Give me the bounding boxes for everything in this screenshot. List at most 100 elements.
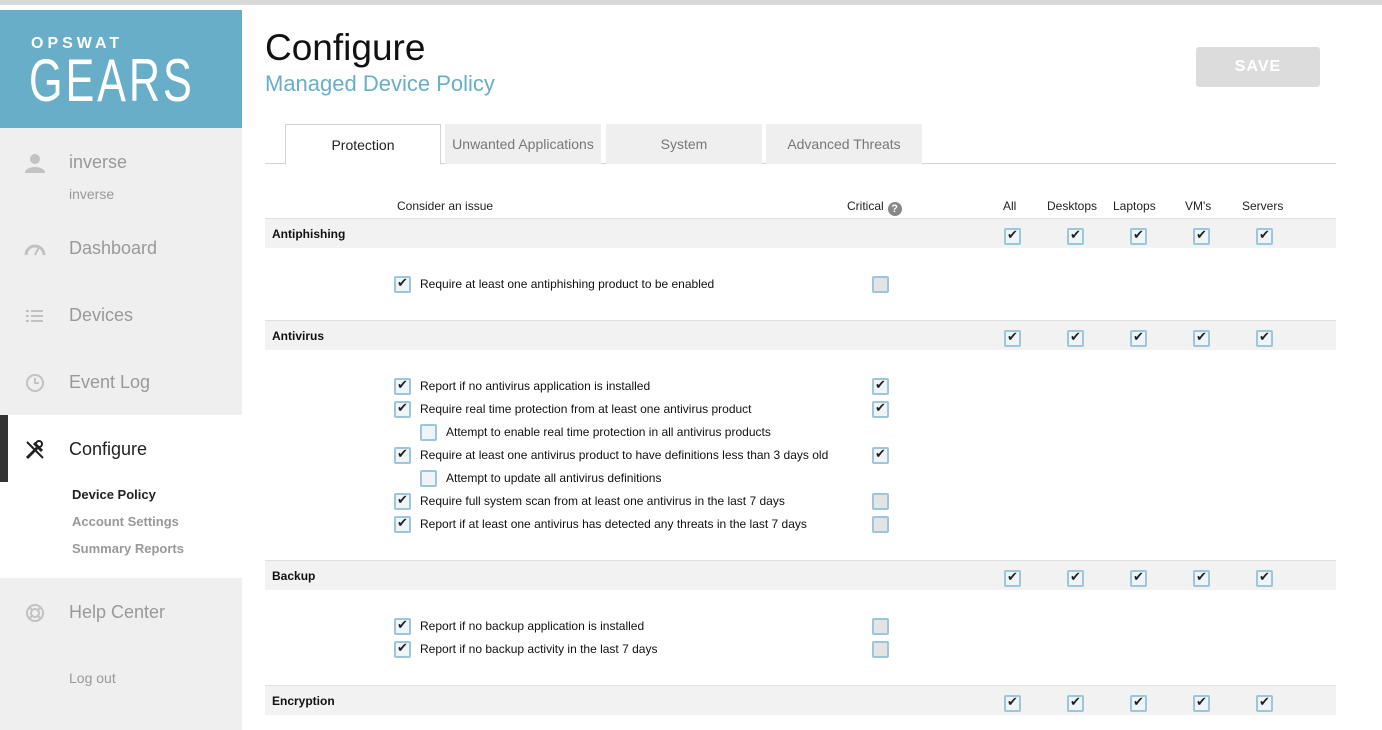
nav-devices-label: Devices: [69, 305, 134, 325]
tab-advanced-threats[interactable]: Advanced Threats: [766, 124, 922, 164]
group-checkbox-laptops[interactable]: [1130, 329, 1147, 347]
tab-bar: Protection Unwanted Applications System …: [265, 124, 1336, 165]
group-checkbox-servers[interactable]: [1256, 569, 1273, 587]
tools-icon: [24, 439, 46, 461]
rule-checkbox[interactable]: [394, 377, 411, 395]
rule-checkbox[interactable]: [394, 492, 411, 510]
critical-checkbox[interactable]: [872, 516, 889, 533]
help-icon[interactable]: ?: [887, 202, 902, 216]
group-checkbox-vms[interactable]: [1193, 569, 1210, 587]
section-title: Antivirus: [272, 329, 325, 343]
nav-configure[interactable]: Configure: [0, 415, 242, 482]
logout-link[interactable]: Log out: [69, 670, 116, 686]
nav-devices[interactable]: Devices: [0, 302, 242, 332]
col-desktops: Desktops: [1047, 199, 1098, 213]
nav-configure-label: Configure: [69, 439, 148, 459]
group-checkbox-desktops[interactable]: [1067, 569, 1084, 587]
group-checkbox-desktops[interactable]: [1067, 329, 1084, 347]
rule-label: Require at least one antiphishing produc…: [420, 277, 715, 291]
list-icon: [24, 305, 46, 327]
rule-checkbox[interactable]: [420, 424, 437, 441]
rule-label: Require full system scan from at least o…: [420, 494, 785, 508]
critical-checkbox[interactable]: [872, 377, 889, 395]
col-all: All: [1003, 199, 1017, 213]
clock-icon: [24, 372, 46, 394]
group-checkbox-vms[interactable]: [1193, 694, 1210, 712]
group-checkbox-vms[interactable]: [1193, 227, 1210, 245]
logo[interactable]: OPSWAT GEARS: [0, 10, 242, 128]
rule-checkbox[interactable]: [394, 400, 411, 418]
col-laptops: Laptops: [1113, 199, 1156, 213]
col-servers: Servers: [1242, 199, 1284, 213]
group-checkbox-all[interactable]: [1004, 569, 1021, 587]
nav-configure-section: Configure Device Policy Account Settings…: [0, 415, 242, 578]
rule-checkbox[interactable]: [394, 275, 411, 293]
group-checkbox-laptops[interactable]: [1130, 569, 1147, 587]
nav-event-log-label: Event Log: [69, 372, 151, 392]
section-encryption: Encryption: [265, 685, 1336, 715]
critical-checkbox[interactable]: [872, 618, 889, 635]
group-checkbox-vms[interactable]: [1193, 329, 1210, 347]
group-checkbox-servers[interactable]: [1256, 329, 1273, 347]
user-menu[interactable]: inverse: [0, 150, 242, 210]
group-checkbox-all[interactable]: [1004, 694, 1021, 712]
logo-product: GEARS: [29, 47, 195, 114]
group-checkbox-laptops[interactable]: [1130, 694, 1147, 712]
rule-checkbox[interactable]: [394, 617, 411, 635]
rule-label: Report if no backup application is insta…: [420, 619, 645, 633]
rule-label: Attempt to update all antivirus definiti…: [446, 471, 662, 485]
critical-checkbox[interactable]: [872, 641, 889, 658]
rule-label: Require at least one antivirus product t…: [420, 448, 829, 462]
user-icon: [24, 152, 46, 174]
rule-label: Attempt to enable real time protection i…: [446, 425, 771, 439]
rule-checkbox[interactable]: [394, 640, 411, 658]
group-checkbox-laptops[interactable]: [1130, 227, 1147, 245]
rule-checkbox[interactable]: [394, 446, 411, 464]
critical-checkbox[interactable]: [872, 493, 889, 510]
section-antiphishing: Antiphishing: [265, 218, 1336, 248]
tab-system[interactable]: System: [606, 124, 762, 164]
gauge-icon: [24, 238, 46, 260]
col-consider-issue: Consider an issue: [397, 199, 494, 213]
group-checkbox-servers[interactable]: [1256, 694, 1273, 712]
group-checkbox-desktops[interactable]: [1067, 227, 1084, 245]
section-title: Backup: [272, 569, 316, 583]
critical-checkbox[interactable]: [872, 400, 889, 418]
group-checkbox-desktops[interactable]: [1067, 694, 1084, 712]
rule-label: Report if at least one antivirus has det…: [420, 517, 807, 531]
sidebar: OPSWAT GEARS inverse inverse Dashboard D…: [0, 10, 242, 730]
user-subtitle: inverse: [69, 186, 115, 202]
sub-summary-reports[interactable]: Summary Reports: [72, 541, 184, 556]
nav-event-log[interactable]: Event Log: [0, 369, 242, 399]
col-critical: Critical?: [847, 199, 902, 216]
rule-checkbox[interactable]: [420, 470, 437, 487]
page-subtitle: Managed Device Policy: [265, 71, 495, 96]
group-checkbox-servers[interactable]: [1256, 227, 1273, 245]
tab-unwanted-applications[interactable]: Unwanted Applications: [445, 124, 601, 164]
rule-checkbox[interactable]: [394, 515, 411, 533]
col-critical-label: Critical: [847, 199, 884, 213]
lifebuoy-icon: [24, 602, 46, 624]
rule-label: Report if no antivirus application is in…: [420, 379, 651, 393]
nav-help-center-label: Help Center: [69, 602, 166, 622]
critical-checkbox[interactable]: [872, 446, 889, 464]
col-vms: VM's: [1185, 199, 1212, 213]
tab-protection[interactable]: Protection: [285, 124, 441, 165]
user-name: inverse: [69, 152, 128, 172]
page-title: Configure: [265, 27, 426, 68]
sub-account-settings[interactable]: Account Settings: [72, 514, 179, 529]
rule-label: Report if no backup activity in the last…: [420, 642, 658, 656]
section-title: Antiphishing: [272, 227, 346, 241]
group-checkbox-all[interactable]: [1004, 329, 1021, 347]
sub-device-policy[interactable]: Device Policy: [72, 487, 156, 502]
critical-checkbox[interactable]: [872, 276, 889, 293]
nav-dashboard[interactable]: Dashboard: [0, 235, 242, 265]
nav-help-center[interactable]: Help Center: [0, 599, 242, 629]
group-checkbox-all[interactable]: [1004, 227, 1021, 245]
nav-dashboard-label: Dashboard: [69, 238, 158, 258]
section-backup: Backup: [265, 560, 1336, 590]
section-title: Encryption: [272, 694, 335, 708]
save-button[interactable]: SAVE: [1196, 47, 1320, 87]
section-antivirus: Antivirus: [265, 320, 1336, 350]
rule-label: Require real time protection from at lea…: [420, 402, 752, 416]
